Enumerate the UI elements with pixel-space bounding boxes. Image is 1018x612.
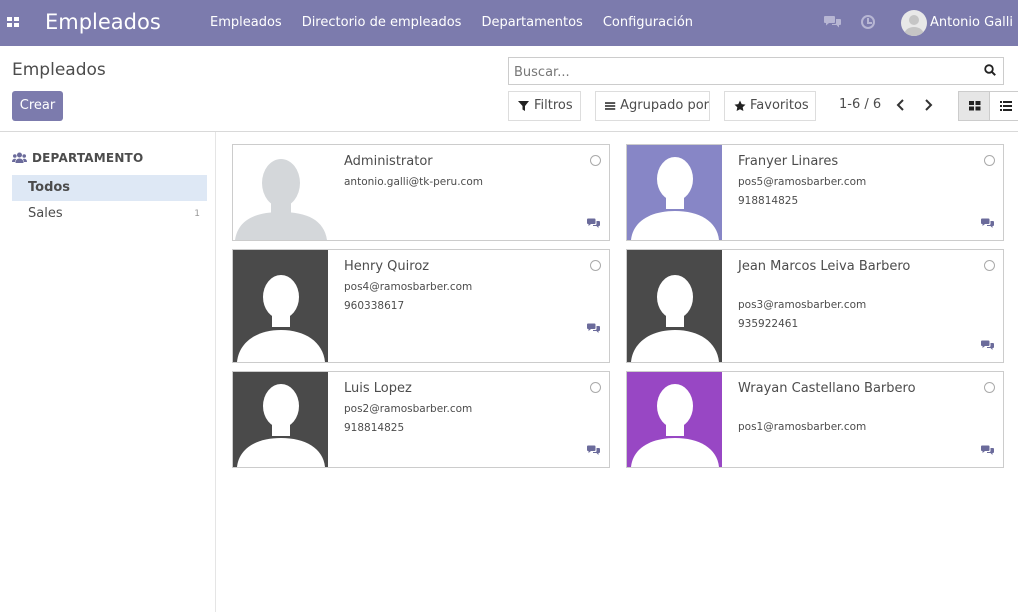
chat-icon[interactable] [981,218,994,229]
employee-email: antonio.galli@tk-peru.com [344,176,483,188]
person-placeholder-icon [237,275,325,362]
users-icon [12,152,27,163]
favorites-button[interactable]: Favoritos [724,91,816,121]
employee-card[interactable]: Administrator antonio.galli@tk-peru.com [232,144,610,241]
employee-card[interactable]: Jean Marcos Leiva Barbero pos3@ramosbarb… [626,249,1004,363]
employee-photo [627,372,722,467]
employee-name: Jean Marcos Leiva Barbero [738,259,911,274]
chat-icon[interactable] [824,15,841,29]
employee-card[interactable]: Henry Quiroz pos4@ramosbarber.com 960338… [232,249,610,363]
employee-email: pos1@ramosbarber.com [738,421,867,433]
search-icon[interactable] [984,64,996,76]
sidebar-item-todos[interactable]: Todos [12,175,207,201]
employee-email: pos5@ramosbarber.com [738,176,867,188]
kanban-icon [969,101,981,111]
presence-status-icon [590,260,601,271]
presence-status-icon [590,155,601,166]
filter-icon [518,101,529,111]
filters-button[interactable]: Filtros [508,91,581,121]
list-view-button[interactable] [989,91,1018,121]
user-name[interactable]: Antonio Galli [930,15,1013,31]
create-button[interactable]: Crear [12,91,63,121]
person-placeholder-icon [631,157,719,240]
employee-name: Administrator [344,154,433,169]
person-placeholder-icon [235,159,327,240]
department-sidebar: DEPARTAMENTO Todos Sales 1 [0,132,216,612]
sidebar-header-label: DEPARTAMENTO [32,151,144,165]
employee-email: pos3@ramosbarber.com [738,299,867,311]
menu-item-departamentos[interactable]: Departamentos [481,15,582,31]
presence-status-icon [984,382,995,393]
activity-clock-icon[interactable] [861,15,875,29]
apps-menu-icon[interactable] [7,17,19,28]
employee-name: Henry Quiroz [344,259,430,274]
list-icon [1000,101,1012,111]
employee-card[interactable]: Luis Lopez pos2@ramosbarber.com 91881482… [232,371,610,468]
user-avatar[interactable] [901,10,927,36]
employee-card[interactable]: Wrayan Castellano Barbero pos1@ramosbarb… [626,371,1004,468]
employee-photo [627,145,722,240]
person-placeholder-icon [631,384,719,467]
employee-photo [233,145,328,240]
presence-status-icon [590,382,601,393]
filters-label: Filtros [534,98,573,113]
bars-icon [605,102,616,110]
employee-phone: 918814825 [738,195,799,207]
chevron-left-icon[interactable] [894,97,908,113]
employee-name: Franyer Linares [738,154,839,169]
employee-phone: 935922461 [738,318,799,330]
employee-email: pos2@ramosbarber.com [344,403,473,415]
person-placeholder-icon [237,384,325,467]
menu-item-directorio[interactable]: Directorio de empleados [302,15,462,31]
group-by-button[interactable]: Agrupado por [595,91,710,121]
search-box [508,57,1004,85]
sidebar-item-sales[interactable]: Sales 1 [12,201,207,227]
employee-photo [233,250,328,362]
favorites-label: Favoritos [750,98,809,113]
group-by-label: Agrupado por [620,98,709,113]
chevron-right-icon[interactable] [921,97,935,113]
employee-photo [627,250,722,362]
chat-icon[interactable] [981,445,994,456]
kanban-view-button[interactable] [958,91,990,121]
chat-icon[interactable] [587,445,600,456]
chat-icon[interactable] [587,218,600,229]
presence-status-icon [984,260,995,271]
search-input[interactable] [514,62,974,82]
sidebar-item-label: Sales [28,206,63,221]
menu-item-configuracion[interactable]: Configuración [603,15,693,31]
star-icon [734,100,746,111]
sidebar-header: DEPARTAMENTO [12,150,143,166]
chat-icon[interactable] [587,323,600,334]
presence-status-icon [984,155,995,166]
sidebar-item-label: Todos [28,180,71,195]
sidebar-item-count: 1 [194,209,200,219]
employee-card[interactable]: Franyer Linares pos5@ramosbarber.com 918… [626,144,1004,241]
pager-value[interactable]: 1-6 / 6 [839,97,881,113]
top-menu: Empleados Directorio de empleados Depart… [210,15,713,31]
employee-phone: 960338617 [344,300,405,312]
employee-name: Wrayan Castellano Barbero [738,381,916,396]
person-placeholder-icon [631,275,719,362]
menu-item-empleados[interactable]: Empleados [210,15,282,31]
employee-phone: 918814825 [344,422,405,434]
employee-email: pos4@ramosbarber.com [344,281,473,293]
employee-photo [233,372,328,467]
employee-name: Luis Lopez [344,381,412,396]
top-navbar: Empleados Empleados Directorio de emplea… [0,0,1018,46]
chat-icon[interactable] [981,340,994,351]
page-title: Empleados [12,60,106,80]
app-title: Empleados [45,10,161,34]
